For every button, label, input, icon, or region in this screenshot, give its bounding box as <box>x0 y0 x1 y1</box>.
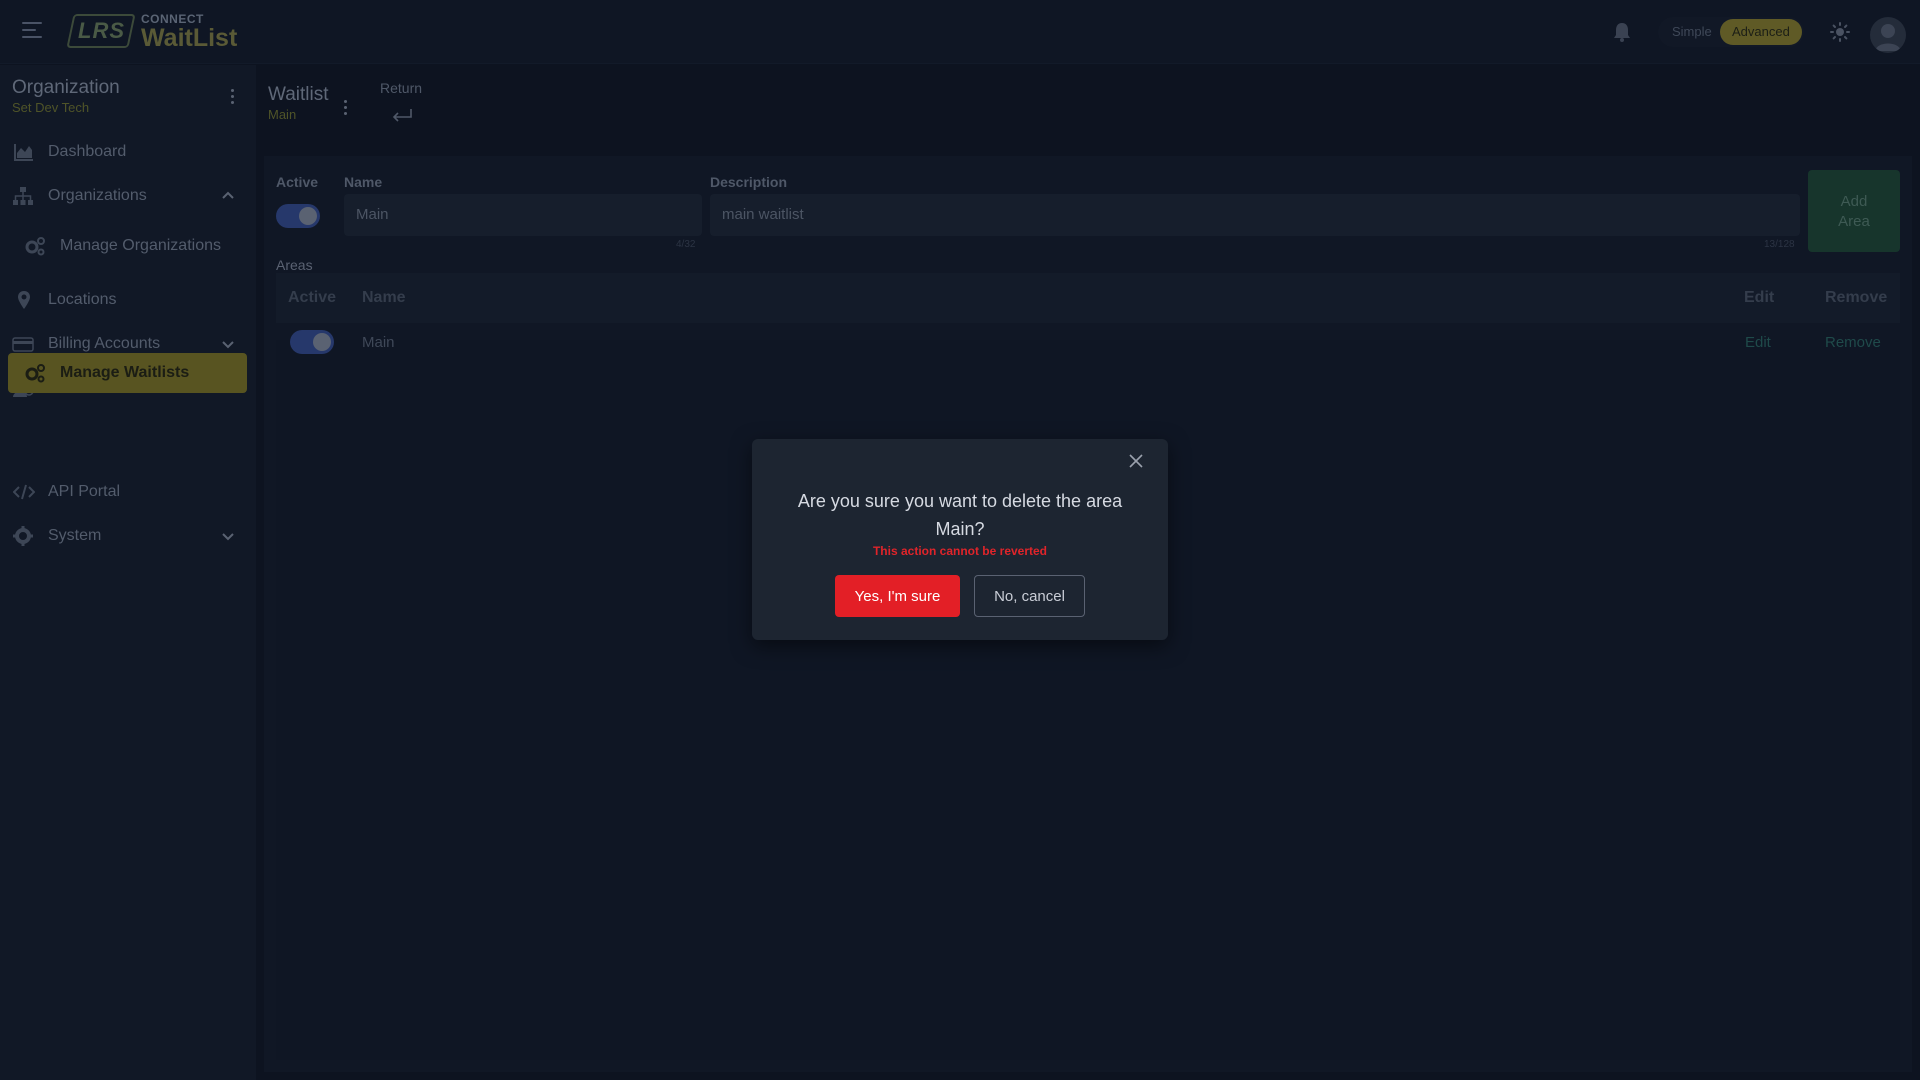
organization-menu-icon[interactable] <box>226 89 238 107</box>
sidebar-item-label: System <box>48 527 102 544</box>
close-icon[interactable] <box>1128 453 1144 469</box>
column-header-active: Active <box>288 289 337 306</box>
mode-advanced-option[interactable]: Advanced <box>1720 19 1802 45</box>
modal-question: Are you sure you want to delete the area… <box>772 487 1148 543</box>
area-remove-link[interactable]: Remove <box>1825 334 1881 351</box>
description-counter: 13/128 <box>1764 239 1795 250</box>
active-toggle[interactable] <box>276 204 320 228</box>
add-area-label-line1: Add <box>1840 193 1868 210</box>
sidebar-item-label: Organizations <box>48 187 147 204</box>
sidebar-item-label: Dashboard <box>48 143 127 160</box>
credit-card-icon <box>12 337 34 352</box>
sidebar-item-manage-organizations[interactable]: Manage Organizations <box>0 228 256 264</box>
page-title: Waitlist <box>268 84 329 105</box>
area-edit-link[interactable]: Edit <box>1745 334 1771 351</box>
description-input[interactable]: main waitlist <box>710 194 1800 236</box>
code-icon <box>13 484 35 500</box>
chevron-down-icon <box>222 341 234 349</box>
sidebar: Organization Set Dev Tech <box>0 65 256 1080</box>
chevron-up-icon <box>222 191 234 199</box>
active-label: Active <box>276 174 319 190</box>
sidebar-item-label: Billing Accounts <box>48 335 161 352</box>
logo: LRS <box>66 14 136 48</box>
column-header-remove: Remove <box>1825 289 1888 306</box>
organization-subtitle: Set Dev Tech <box>12 100 90 115</box>
return-arrow-icon[interactable] <box>390 106 414 124</box>
organization-title: Organization <box>12 77 120 98</box>
sidebar-item-locations[interactable]: Locations <box>0 282 256 318</box>
gears-icon <box>25 364 45 383</box>
map-pin-icon <box>18 291 30 309</box>
add-area-button[interactable]: Add Area <box>1808 170 1900 252</box>
sidebar-item-label: Manage Waitlists <box>60 364 190 381</box>
page-menu-icon[interactable] <box>340 100 350 118</box>
areas-section-label: Areas <box>276 257 313 273</box>
sun-icon[interactable] <box>1830 22 1850 42</box>
mode-toggle: Simple Advanced <box>1658 17 1804 47</box>
sidebar-item-label: Locations <box>48 291 117 308</box>
sidebar-item-label: Manage Organizations <box>60 237 221 254</box>
return-label: Return <box>380 80 423 96</box>
brand-title: WaitList <box>141 24 238 52</box>
name-input[interactable]: Main <box>344 194 702 236</box>
area-name: Main <box>362 334 395 351</box>
areas-table-header: Active Name Edit Remove <box>276 273 1900 323</box>
sidebar-item-organizations[interactable]: Organizations <box>0 178 256 214</box>
chart-area-icon <box>14 144 33 161</box>
sidebar-item-system[interactable]: System <box>0 518 256 554</box>
modal-question-line1: Are you sure you want to delete the area <box>797 491 1123 511</box>
sidebar-item-dashboard[interactable]: Dashboard <box>0 134 256 170</box>
top-bar: LRS CONNECT WaitList Simple Advanced <box>0 0 1920 64</box>
sidebar-item-label: API Portal <box>48 483 121 500</box>
sidebar-item-manage-waitlists[interactable]: Manage Waitlists <box>8 353 247 393</box>
delete-confirm-modal: Are you sure you want to delete the area… <box>752 439 1168 640</box>
confirm-delete-button[interactable]: Yes, I'm sure <box>835 575 960 617</box>
mode-simple-option[interactable]: Simple <box>1666 17 1718 47</box>
cancel-button[interactable]: No, cancel <box>974 575 1085 617</box>
name-label: Name <box>344 174 383 190</box>
chevron-down-icon <box>222 533 234 541</box>
logo-text: LRS <box>77 18 125 43</box>
bell-icon[interactable] <box>1612 21 1632 43</box>
add-area-label-line2: Area <box>1838 213 1870 230</box>
sitemap-icon <box>13 187 33 205</box>
column-header-name: Name <box>362 289 406 306</box>
modal-question-line2: Main? <box>935 519 985 539</box>
page-subtitle: Main <box>268 107 297 122</box>
description-label: Description <box>710 174 788 190</box>
gear-icon <box>13 526 33 546</box>
sidebar-item-api-portal[interactable]: API Portal <box>0 474 256 510</box>
hamburger-menu-icon[interactable] <box>22 22 42 40</box>
name-counter: 4/32 <box>676 239 696 250</box>
modal-warning: This action cannot be reverted <box>872 544 1048 558</box>
gears-icon <box>25 237 45 256</box>
user-icon <box>1875 24 1901 51</box>
user-avatar[interactable] <box>1870 17 1906 53</box>
area-active-toggle[interactable] <box>290 330 334 354</box>
column-header-edit: Edit <box>1744 289 1775 306</box>
